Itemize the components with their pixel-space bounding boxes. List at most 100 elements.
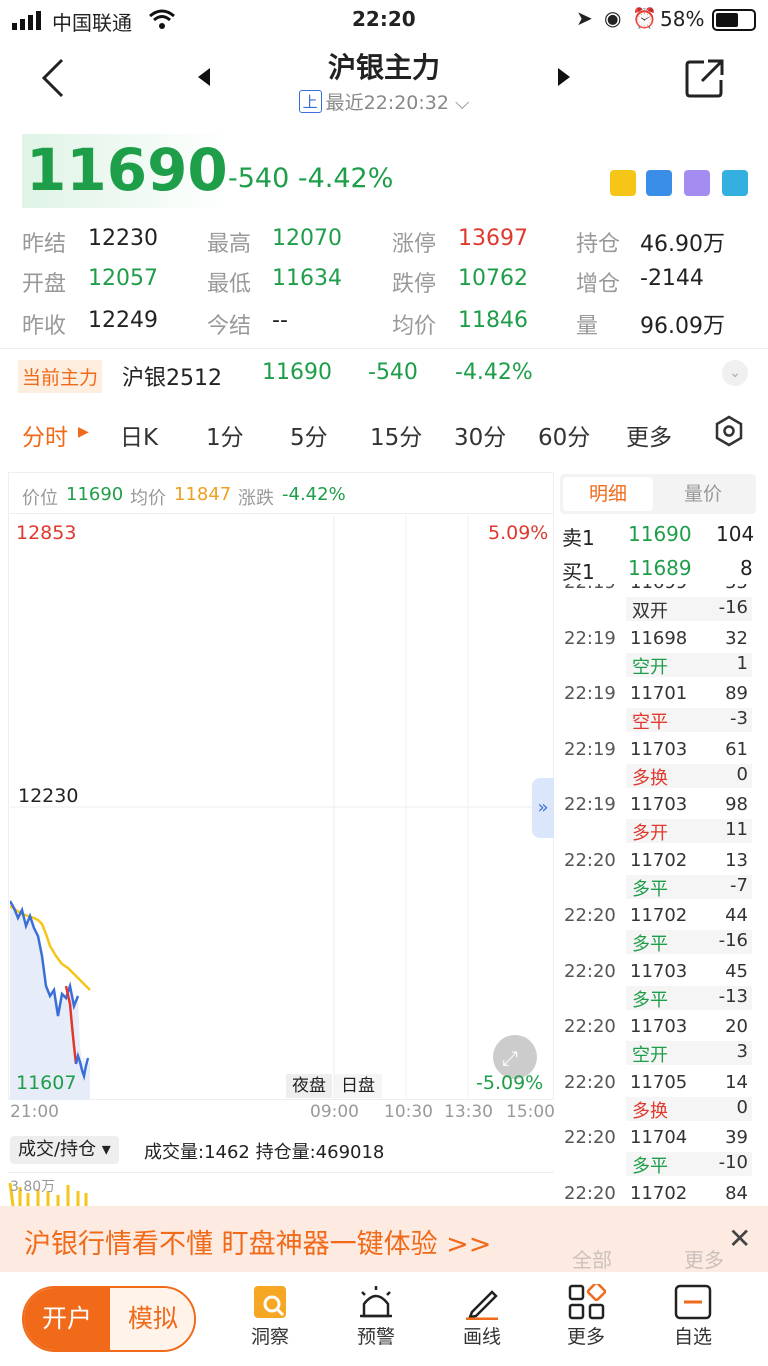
chart-bottom-price: 11607 — [16, 1072, 77, 1094]
trade-qty: 84 — [725, 1182, 748, 1204]
trade-qty: 14 — [725, 1071, 748, 1093]
trade-time: 22:20 — [564, 1182, 616, 1204]
stat-value: 10762 — [458, 266, 528, 291]
price-area — [10, 901, 90, 1100]
trade-price: 11702 — [630, 1182, 688, 1204]
location-icon: ➤ — [576, 6, 593, 30]
tab-period[interactable]: 5分 — [290, 418, 328, 452]
trade-diff: -10 — [718, 1152, 748, 1173]
expand-panel-button[interactable]: » — [532, 778, 554, 838]
carrier-label: 中国联通 — [52, 11, 132, 35]
buy1-price: 11689 — [628, 556, 692, 580]
stat-label: 昨收 — [22, 314, 67, 339]
tab-period[interactable]: 1分 — [206, 418, 244, 452]
x-label-close: 15:00 — [506, 1102, 555, 1122]
alarm-bell-icon[interactable] — [356, 1284, 396, 1324]
stat-value: 11846 — [458, 308, 528, 333]
trade-list[interactable]: 22:19 11699 55 双开 -16 22:19 11698 32 空开 1 22:19 117… — [556, 584, 760, 1206]
nav-insight[interactable]: 洞察 — [230, 1322, 310, 1349]
intraday-chart-svg[interactable] — [10, 516, 554, 1100]
tab-period[interactable]: 更多 — [626, 418, 672, 452]
tab-period[interactable]: 15分 — [370, 418, 422, 452]
update-info[interactable]: 上最近22:20:32 ⌵ — [0, 88, 768, 115]
pencil-icon[interactable] — [462, 1284, 502, 1324]
last-price: 11690 — [26, 136, 228, 204]
chart-mid-price: 12230 — [18, 785, 79, 807]
settings-hexagon-icon[interactable] — [712, 414, 746, 452]
stat-label: 量 — [576, 314, 599, 339]
buy1-label: 买1 — [562, 560, 595, 584]
expand-chevron-icon[interactable]: ⌄ — [722, 360, 748, 386]
stat-label: 均价 — [392, 314, 437, 339]
detail-footer-all[interactable]: 全部 — [572, 1244, 612, 1273]
tab-detail[interactable]: 明细 — [563, 477, 653, 511]
sell1-qty: 104 — [716, 522, 755, 546]
trade-time: 22:19 — [564, 584, 616, 593]
trade-type: 空开 — [632, 1045, 668, 1066]
watchlist-icon[interactable] — [674, 1284, 712, 1324]
stat-value: -- — [272, 308, 288, 333]
share-icon[interactable] — [684, 58, 726, 104]
buy1-qty: 8 — [740, 556, 753, 580]
chevron-down-icon: ⌵ — [448, 92, 470, 114]
stat-value: -2144 — [640, 266, 704, 291]
stat-value: 96.09万 — [640, 314, 725, 339]
session-night-tag[interactable]: 夜盘 — [286, 1074, 332, 1098]
main-contract-name: 沪银2512 — [122, 366, 222, 391]
stat-label: 增仓 — [576, 272, 621, 297]
trade-price: 11703 — [630, 794, 688, 815]
tab-period[interactable]: 30分 — [454, 418, 506, 452]
detail-footer-more[interactable]: 更多 — [684, 1244, 724, 1273]
tab-period[interactable]: 60分 — [538, 418, 590, 452]
trade-price: 11705 — [630, 1071, 688, 1093]
nav-more[interactable]: 更多 — [546, 1322, 626, 1349]
grid-more-icon[interactable] — [568, 1281, 607, 1324]
trade-time: 22:20 — [564, 1071, 616, 1093]
simulate-button[interactable]: 模拟 — [110, 1288, 194, 1350]
stats-icon[interactable] — [722, 170, 748, 196]
trade-type: 多平 — [632, 989, 668, 1011]
wifi-icon — [148, 8, 176, 35]
x-label-1030: 10:30 — [384, 1102, 433, 1122]
sell1-price: 11690 — [628, 522, 692, 546]
trade-qty: 20 — [725, 1016, 748, 1037]
alarm-icon: ⏰ — [632, 6, 657, 30]
trade-price: 11703 — [630, 1016, 688, 1037]
price-label: 价位 — [22, 488, 58, 509]
close-banner-icon[interactable]: ✕ — [728, 1222, 751, 1255]
nav-alert[interactable]: 预警 — [336, 1322, 416, 1349]
trade-type: 多换 — [632, 1100, 668, 1122]
stat-value: 12230 — [88, 226, 158, 251]
trade-price: 11703 — [630, 960, 688, 982]
tab-period[interactable]: 日K — [120, 418, 158, 452]
trade-row: 22:19 11698 32 空开 1 — [556, 626, 760, 682]
volume-max-label: 3.80万 — [10, 1179, 56, 1195]
stat-value: 12057 — [88, 266, 158, 291]
change-value: -540 — [228, 163, 290, 194]
idea-bulb-icon[interactable] — [684, 170, 710, 196]
trade-diff: -16 — [718, 597, 748, 618]
session-day-tag[interactable]: 日盘 — [334, 1074, 382, 1098]
avg-label: 均价 — [130, 488, 166, 509]
tab-volume-price[interactable]: 量价 — [653, 477, 753, 511]
x-label-1330: 13:30 — [444, 1102, 493, 1122]
search-analysis-icon[interactable] — [610, 170, 636, 196]
stat-label: 持仓 — [576, 232, 621, 257]
open-account-button[interactable]: 开户 — [24, 1288, 110, 1350]
status-time: 22:20 — [352, 7, 416, 31]
next-contract-button[interactable] — [556, 66, 572, 92]
chg-label: 涨跌 — [238, 488, 274, 509]
trade-type: 多开 — [632, 823, 668, 844]
insight-icon[interactable] — [252, 1284, 288, 1324]
trade-time: 22:19 — [564, 627, 616, 649]
volume-selector[interactable]: 成交/持仓 ▾ — [10, 1136, 119, 1164]
tab-period[interactable]: 分时 — [22, 418, 68, 452]
change-pct: -4.42% — [297, 163, 394, 194]
chart-report-icon[interactable] — [646, 170, 672, 196]
nav-watchlist[interactable]: 自选 — [653, 1322, 733, 1349]
nav-draw[interactable]: 画线 — [442, 1322, 522, 1349]
trade-diff: -16 — [718, 930, 748, 951]
fullscreen-icon[interactable]: ⤢ — [502, 1046, 518, 1070]
trade-type: 空开 — [632, 656, 668, 678]
stat-value: 11634 — [272, 266, 342, 291]
